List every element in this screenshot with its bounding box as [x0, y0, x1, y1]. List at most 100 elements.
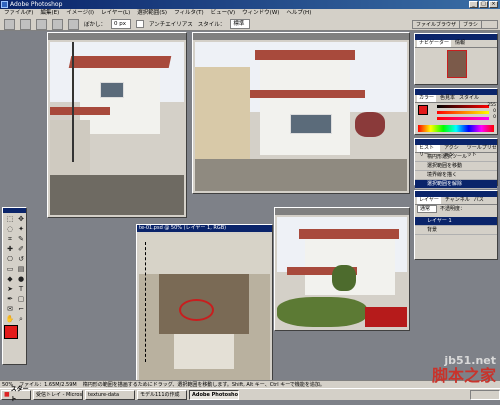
shape-tool-icon[interactable]: ▢ [16, 295, 26, 304]
task-model[interactable]: モデル111の作成 [137, 389, 187, 400]
tab-color[interactable]: カラー [417, 95, 437, 102]
tab-swatches[interactable]: 色見本 [440, 95, 455, 102]
layer-row-background[interactable]: 背景 [415, 226, 497, 235]
document-window-3[interactable]: te-01.psd @ 50% (レイヤー 1, RGB) [136, 224, 273, 384]
crop-tool-icon[interactable]: ⌗ [5, 235, 15, 244]
menu-select[interactable]: 選択範囲(S) [137, 9, 167, 18]
hand-tool-icon[interactable]: ✋ [5, 315, 15, 324]
document-title-2[interactable] [193, 33, 409, 40]
tab-info[interactable]: 情報 [455, 40, 465, 47]
task-texture-data[interactable]: texture-data [85, 389, 135, 400]
slice-tool-icon[interactable]: ✎ [16, 235, 26, 244]
pen-tool-icon[interactable]: ✒ [5, 295, 15, 304]
lasso-tool-icon[interactable]: ◌ [5, 225, 15, 234]
menu-help[interactable]: ヘルプ(H) [286, 9, 311, 18]
tab-styles[interactable]: スタイル [459, 95, 479, 102]
blue-slider[interactable] [437, 117, 489, 120]
path-select-tool-icon[interactable]: ➤ [5, 285, 15, 294]
intersect-selection-icon[interactable] [68, 18, 79, 30]
tab-history[interactable]: ヒストリー [417, 145, 440, 158]
menu-image[interactable]: イメージ(I) [66, 9, 94, 18]
document-window-2[interactable] [192, 32, 410, 194]
dodge-tool-icon[interactable]: ● [16, 275, 26, 284]
menu-window[interactable]: ウィンドウ(W) [242, 9, 279, 18]
palette-well: ファイルブラウザ ブラシ [412, 20, 498, 29]
tab-layers[interactable]: レイヤー [417, 197, 441, 204]
magic-wand-tool-icon[interactable]: ✦ [16, 225, 26, 234]
brush-tool-icon[interactable]: ✐ [16, 245, 26, 254]
notes-tool-icon[interactable]: ✉ [5, 305, 15, 314]
zoom-tool-icon[interactable]: ⌕ [16, 315, 26, 324]
green-slider[interactable] [437, 111, 489, 114]
foreground-color[interactable] [4, 325, 18, 339]
history-brush-tool-icon[interactable]: ↺ [16, 255, 26, 264]
b-value[interactable]: 0 [493, 115, 496, 120]
house-roof-upper [255, 50, 355, 60]
document-canvas-4[interactable] [277, 217, 407, 328]
navigator-tabs: ナビゲーター 情報 [415, 40, 497, 48]
style-label: スタイル： [197, 22, 226, 28]
history-item[interactable]: 選択範囲を移動 [415, 162, 497, 171]
tab-channels[interactable]: チャンネル [445, 197, 470, 204]
task-outlook[interactable]: 受信トレイ - Microsoft O... [33, 389, 83, 400]
eraser-tool-icon[interactable]: ▭ [5, 265, 15, 274]
color-swatches [4, 325, 25, 345]
close-icon[interactable]: × [489, 1, 498, 8]
style-select[interactable]: 標準 [230, 19, 251, 29]
document-window-1[interactable] [47, 32, 187, 218]
document-canvas-1[interactable] [50, 42, 184, 215]
document-canvas-2[interactable] [195, 42, 407, 191]
feather-input[interactable]: 0 px [111, 19, 132, 29]
layer-name: レイヤー 1 [427, 218, 452, 224]
start-button[interactable]: ■ スタート [1, 386, 31, 403]
palette-well-tab-brushes[interactable]: ブラシ [460, 21, 482, 28]
color-ramp[interactable] [418, 125, 494, 132]
document-title-4[interactable] [275, 208, 409, 215]
palette-well-tab-file-browser[interactable]: ファイルブラウザ [413, 21, 461, 28]
subtract-selection-icon[interactable] [52, 18, 63, 30]
new-selection-icon[interactable] [20, 18, 31, 30]
gradient-tool-icon[interactable]: ▤ [16, 265, 26, 274]
stamp-tool-icon[interactable]: ⎔ [5, 255, 15, 264]
history-item[interactable]: 楕円形選択ツール [415, 153, 497, 162]
blur-tool-icon[interactable]: ◆ [5, 275, 15, 284]
menu-edit[interactable]: 編集(E) [40, 9, 59, 18]
document-window-4[interactable] [274, 207, 410, 331]
tab-tool-presets[interactable]: ツールプリセット [467, 145, 497, 158]
history-item[interactable]: 境界線を描く [415, 171, 497, 180]
document-canvas-3[interactable] [139, 234, 270, 381]
menu-layer[interactable]: レイヤー(L) [101, 9, 130, 18]
red-slider[interactable] [437, 105, 489, 108]
marquee-tool-icon[interactable]: ⬚ [5, 215, 15, 224]
antialias-checkbox[interactable] [136, 20, 145, 28]
task-photoshop[interactable]: Adobe Photoshop [189, 389, 239, 400]
document-title-3[interactable]: te-01.psd @ 50% (レイヤー 1, RGB) [137, 225, 272, 232]
document-title-1[interactable] [48, 33, 186, 40]
marquee-tool-icon[interactable] [4, 18, 15, 30]
add-selection-icon[interactable] [36, 18, 47, 30]
color-swatch-fg[interactable] [418, 105, 428, 115]
opacity-label: 不透明度： [440, 206, 466, 212]
g-value[interactable]: 0 [493, 109, 496, 114]
minimize-icon[interactable]: _ [469, 1, 478, 8]
tab-paths[interactable]: パス [474, 197, 484, 204]
r-value[interactable]: 255 [487, 103, 496, 108]
eyedropper-tool-icon[interactable]: ⌐ [16, 305, 26, 314]
layers-tabs: レイヤー チャンネル パス [415, 197, 497, 205]
navigator-thumbnail[interactable] [447, 50, 467, 78]
blend-mode-select[interactable]: 通常 [417, 205, 437, 213]
menu-filter[interactable]: フィルタ(T) [174, 9, 204, 18]
healing-brush-tool-icon[interactable]: ✚ [5, 245, 15, 254]
move-tool-icon[interactable]: ✥ [16, 215, 26, 224]
menu-file[interactable]: ファイル(F) [4, 9, 33, 18]
tab-navigator[interactable]: ナビゲーター [417, 40, 452, 47]
history-item-selected[interactable]: 選択範囲を解除 [415, 180, 497, 189]
red-selection-ellipse[interactable] [179, 299, 214, 321]
type-tool-icon[interactable]: T [16, 285, 26, 294]
layer-row-active[interactable]: レイヤー 1 [415, 217, 497, 226]
tab-actions[interactable]: アクション [444, 145, 463, 158]
side-building [50, 120, 90, 180]
menu-view[interactable]: ビュー(V) [211, 9, 236, 18]
maximize-icon[interactable]: □ [479, 1, 488, 8]
house-roof-lower [245, 90, 365, 98]
